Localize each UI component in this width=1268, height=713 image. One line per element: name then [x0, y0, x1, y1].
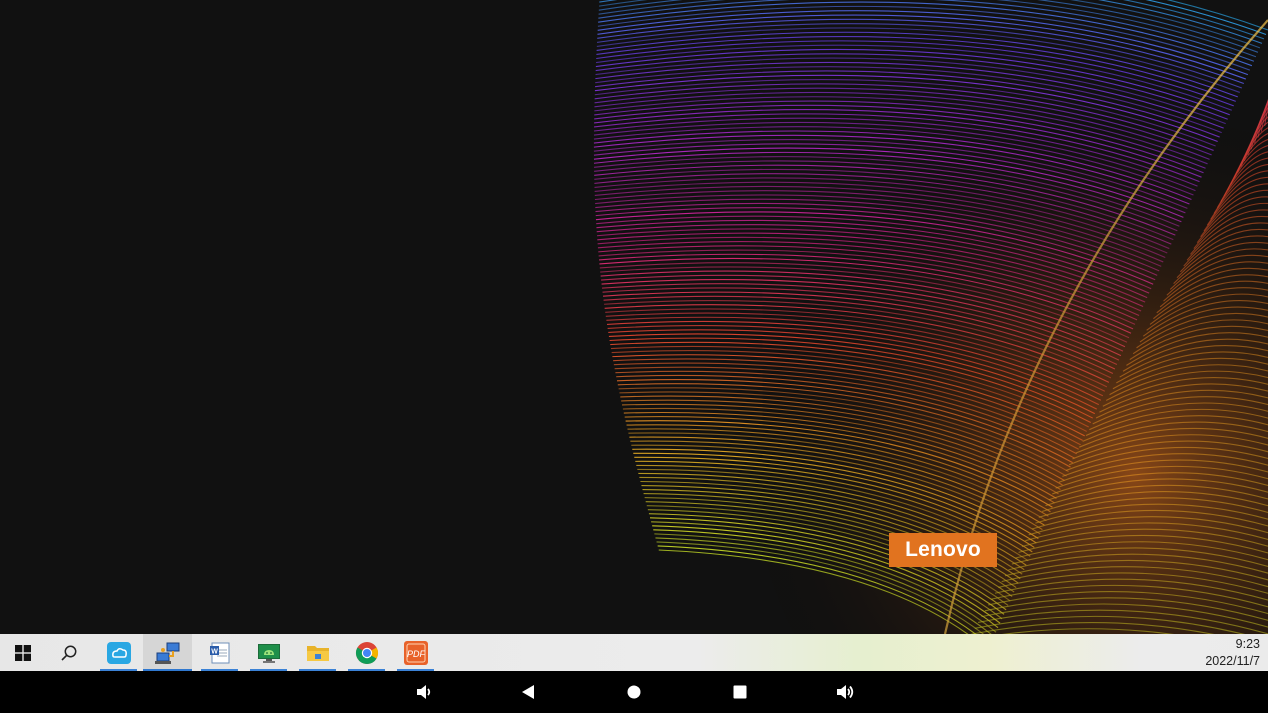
system-clock[interactable]: 9:23 2022/11/7 [1205, 634, 1260, 671]
chrome-icon [355, 641, 379, 665]
volume-down-button[interactable] [412, 681, 436, 703]
taskbar-app-pdf[interactable]: PDF [391, 634, 440, 671]
taskbar-app-chrome[interactable] [342, 634, 391, 671]
taskbar-app-remote-desktop[interactable] [143, 634, 192, 671]
feather-wallpaper [0, 0, 1268, 634]
back-button[interactable] [516, 681, 540, 703]
android-icon [257, 642, 281, 664]
volume-up-icon [835, 683, 855, 701]
clock-time: 9:23 [1236, 636, 1260, 653]
back-icon [520, 684, 536, 700]
search-button[interactable] [46, 634, 92, 671]
recents-button[interactable] [728, 681, 752, 703]
cloud-icon [107, 642, 131, 664]
clock-date: 2022/11/7 [1205, 653, 1260, 670]
folder-icon [306, 643, 330, 663]
home-icon [626, 684, 642, 700]
recents-icon [732, 684, 748, 700]
pdf-icon: PDF [404, 641, 428, 665]
word-document-icon: W [209, 642, 231, 664]
desktop[interactable]: Lenovo [0, 0, 1268, 634]
home-button[interactable] [622, 681, 646, 703]
taskbar: W PDF 9:23 2022/11/7 [0, 634, 1268, 671]
network-computers-icon [155, 641, 181, 665]
volume-up-button[interactable] [833, 681, 857, 703]
svg-text:W: W [211, 648, 218, 655]
search-icon [60, 644, 78, 662]
android-navigation-bar [0, 671, 1268, 713]
svg-text:PDF: PDF [407, 649, 426, 659]
taskbar-app-file-explorer[interactable] [293, 634, 342, 671]
volume-down-icon [415, 683, 433, 701]
start-button[interactable] [0, 634, 46, 671]
taskbar-app-android[interactable] [244, 634, 293, 671]
taskbar-app-word[interactable]: W [195, 634, 244, 671]
lenovo-logo: Lenovo [889, 533, 997, 567]
windows-start-icon [15, 645, 31, 661]
taskbar-app-cloud[interactable] [94, 634, 143, 671]
